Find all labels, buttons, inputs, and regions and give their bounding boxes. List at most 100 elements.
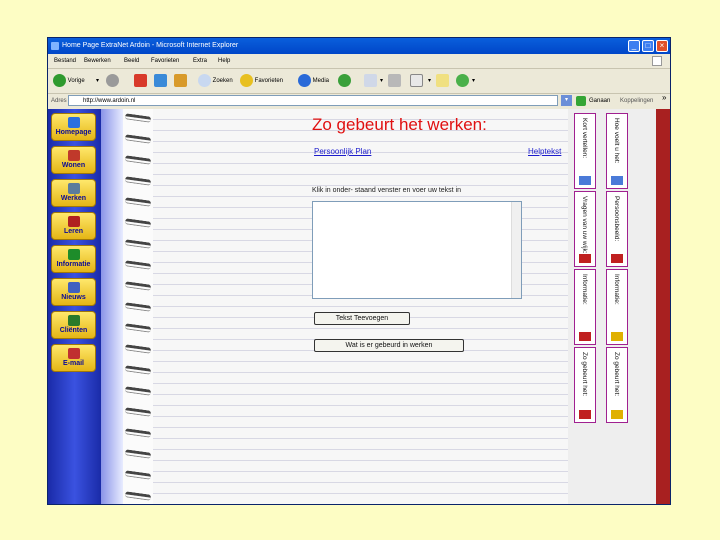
group-icon [67, 315, 80, 326]
nav-wonen[interactable]: Wonen [51, 146, 96, 174]
browser-window: Home Page ExtraNet Ardoin - Microsoft In… [47, 37, 671, 505]
textarea-scrollbar[interactable] [511, 202, 521, 298]
color-blocks-icon [579, 254, 591, 263]
nav-clienten[interactable]: Cliënten [51, 311, 96, 339]
maximize-button[interactable]: □ [642, 40, 654, 52]
back-button[interactable]: Vorige [53, 73, 85, 89]
spiral-ring [124, 113, 152, 123]
favorites-button[interactable]: Favorieten [240, 73, 283, 89]
home-icon [174, 73, 187, 87]
menu-help[interactable]: Help [218, 54, 230, 68]
nav-homepage[interactable]: Homepage [51, 113, 96, 141]
mail-dropdown[interactable]: ▾ [380, 73, 383, 89]
links-label[interactable]: Koppelingen [620, 94, 653, 108]
edit-page-icon [410, 73, 423, 87]
menu-favorites[interactable]: Favorieten [151, 54, 179, 68]
back-arrow-icon [53, 73, 66, 87]
left-navigation: Homepage Wonen Werken Leren Informatie N… [48, 109, 101, 504]
page-title: Zo gebeurt het werken: [312, 115, 487, 134]
spiral-ring [124, 134, 152, 144]
address-input[interactable]: http://www.ardoin.nl [68, 95, 558, 106]
edit-dropdown[interactable]: ▾ [428, 73, 431, 89]
minimize-button[interactable]: _ [628, 40, 640, 52]
nav-werken[interactable]: Werken [51, 179, 96, 207]
spiral-ring [124, 323, 152, 333]
edit-button[interactable] [410, 73, 423, 89]
person-icon [67, 216, 80, 227]
messenger-icon [456, 73, 469, 87]
mail-button[interactable] [364, 73, 377, 89]
go-arrow-icon[interactable] [576, 96, 586, 106]
nav-nieuws[interactable]: Nieuws [51, 278, 96, 306]
right-red-strip [656, 109, 670, 504]
home-button[interactable] [174, 73, 187, 89]
media-button[interactable]: Media [298, 73, 329, 89]
card-short-story[interactable]: Kort vertellen: [574, 113, 596, 189]
discuss-button[interactable] [436, 73, 449, 89]
spiral-ring [124, 344, 152, 354]
help-text-link[interactable]: Helptekst [528, 147, 561, 156]
house-icon [611, 332, 623, 341]
card-how-it-happens-a[interactable]: Zo gebeurt het: [574, 347, 596, 423]
card-label: Zo gebeurt het: [581, 352, 588, 397]
menu-file[interactable]: Bestand [54, 54, 76, 68]
page-content: Homepage Wonen Werken Leren Informatie N… [48, 109, 670, 504]
personal-plan-link[interactable]: Persoonlijk Plan [314, 147, 371, 156]
email-icon [67, 348, 80, 359]
add-text-button[interactable]: Tekst Teevoegen [314, 312, 410, 325]
instruction-text: Klik in onder- staand venster en voer uw… [312, 187, 462, 194]
house-icon [67, 150, 80, 161]
messenger-button[interactable] [456, 73, 469, 89]
house-icon [611, 410, 623, 419]
card-how-feel[interactable]: Hoe voelt u het: [606, 113, 628, 189]
history-icon [338, 73, 351, 87]
spiral-ring [124, 155, 152, 165]
nav-leren[interactable]: Leren [51, 212, 96, 240]
title-bar: Home Page ExtraNet Ardoin - Microsoft In… [48, 38, 670, 54]
spiral-ring [124, 470, 152, 480]
menu-bar: Bestand Bewerken Beeld Favorieten Extra … [48, 54, 670, 69]
house-icon [67, 117, 80, 128]
nav-label: Homepage [55, 129, 92, 136]
menu-tools[interactable]: Extra [193, 54, 207, 68]
messenger-dropdown[interactable]: ▾ [472, 73, 475, 89]
card-how-it-happens-b[interactable]: Zo gebeurt het: [606, 347, 628, 423]
nav-label: Cliënten [59, 327, 88, 334]
address-label: Adres [51, 98, 67, 104]
search-button[interactable]: Zoeken [198, 73, 233, 89]
media-icon [298, 73, 311, 87]
close-button[interactable]: × [656, 40, 668, 52]
search-label: Zoeken [212, 78, 233, 84]
print-button[interactable] [388, 73, 401, 89]
nav-gradient-strip [101, 109, 123, 504]
menu-edit[interactable]: Bewerken [84, 54, 111, 68]
what-happened-button[interactable]: Wat is er gebeurd in werken [314, 339, 464, 352]
spiral-ring [124, 365, 152, 375]
notebook-spiral [123, 109, 153, 504]
forward-button[interactable] [106, 73, 119, 89]
go-button[interactable]: Ganaan [589, 94, 610, 108]
card-person-profile[interactable]: Persoonsbeeld: [606, 191, 628, 267]
card-label: Persoonsbeeld: [613, 196, 620, 242]
nav-label: E-mail [62, 360, 84, 367]
card-label: Informatie: [613, 274, 620, 305]
card-information-b[interactable]: Informatie: [606, 269, 628, 345]
card-label: Informatie: [581, 274, 588, 305]
stop-button[interactable] [134, 73, 147, 89]
refresh-button[interactable] [154, 73, 167, 89]
color-blocks-icon [579, 176, 591, 185]
mail-icon [364, 73, 377, 87]
links-chevron[interactable]: » [662, 91, 666, 105]
nav-informatie[interactable]: Informatie [51, 245, 96, 273]
ie-icon [51, 42, 59, 50]
back-dropdown[interactable]: ▾ [96, 73, 99, 89]
history-button[interactable] [338, 73, 351, 89]
text-input-area[interactable] [312, 201, 522, 299]
nav-email[interactable]: E-mail [51, 344, 96, 372]
menu-view[interactable]: Beeld [124, 54, 139, 68]
card-information-a[interactable]: Informatie: [574, 269, 596, 345]
star-icon [240, 73, 253, 87]
address-dropdown[interactable]: ▾ [561, 95, 572, 106]
nav-label: Leren [63, 228, 84, 235]
card-questions[interactable]: Vragen van uw wijk: [574, 191, 596, 267]
